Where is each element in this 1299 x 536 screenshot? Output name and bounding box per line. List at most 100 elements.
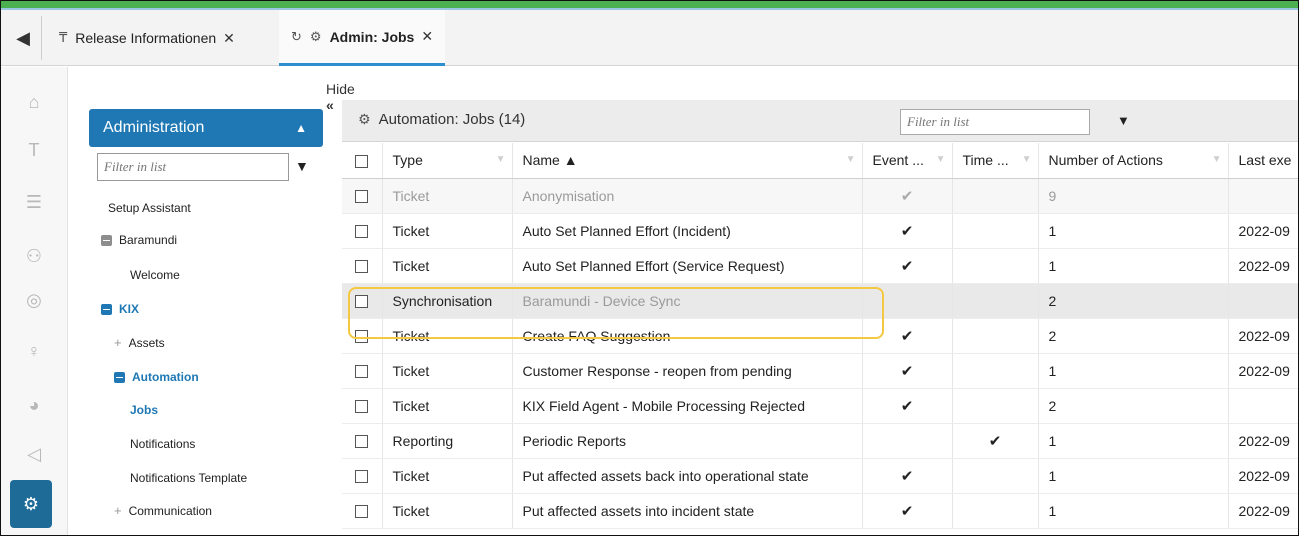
cell-type: Ticket bbox=[382, 458, 513, 494]
row-checkbox[interactable] bbox=[342, 178, 383, 214]
tree-item-assets[interactable]: + Assets bbox=[114, 335, 165, 350]
column-header-time[interactable]: Time ... ▼ bbox=[952, 143, 1039, 179]
tree-item-welcome[interactable]: Welcome bbox=[130, 268, 180, 282]
ticket-icon[interactable]: T bbox=[21, 137, 47, 163]
column-filter-icon[interactable]: ▼ bbox=[1212, 154, 1222, 165]
table-row[interactable]: Ticket Put affected assets back into ope… bbox=[342, 458, 1298, 494]
tree-item-baramundi[interactable]: Baramundi bbox=[101, 233, 177, 247]
filter-icon[interactable]: ▼ bbox=[1117, 113, 1130, 128]
column-filter-icon[interactable]: ▼ bbox=[846, 154, 856, 165]
cell-actions: 2 bbox=[1038, 318, 1229, 354]
cell-time bbox=[952, 388, 1039, 424]
column-header-name[interactable]: Name ▲ ▼ bbox=[512, 143, 863, 179]
panel-title: ⚙ Automation: Jobs (14) bbox=[358, 111, 525, 128]
checkmark-icon: ✔ bbox=[900, 467, 914, 485]
sidebar-filter-input[interactable] bbox=[97, 153, 289, 181]
cell-type: Ticket bbox=[382, 318, 513, 354]
table-row[interactable]: Ticket Customer Response - reopen from p… bbox=[342, 353, 1298, 389]
contacts-icon[interactable]: ⚇ bbox=[21, 243, 47, 269]
cell-name: Anonymisation bbox=[512, 178, 863, 214]
top-accent-bar bbox=[1, 1, 1298, 10]
tree-item-label: Jobs bbox=[130, 403, 159, 417]
collapse-icon[interactable] bbox=[114, 371, 125, 383]
panel-title-text: Automation: Jobs (14) bbox=[378, 111, 526, 128]
filter-icon[interactable]: ▼ bbox=[295, 158, 309, 174]
row-checkbox[interactable] bbox=[342, 493, 383, 529]
cell-time bbox=[952, 213, 1039, 249]
column-filter-icon[interactable]: ▼ bbox=[936, 154, 946, 165]
cell-actions: 2 bbox=[1038, 388, 1229, 424]
column-header-type[interactable]: Type ▼ bbox=[382, 143, 513, 179]
tree-item-label: Communication bbox=[128, 503, 212, 518]
row-checkbox[interactable] bbox=[342, 213, 383, 249]
cell-event bbox=[862, 283, 953, 319]
refresh-icon[interactable]: ↻ bbox=[291, 29, 302, 45]
tree-item-communication[interactable]: + Communication bbox=[114, 503, 212, 518]
column-header-number-of-actions[interactable]: Number of Actions ▼ bbox=[1038, 143, 1229, 179]
reports-icon[interactable]: ◕ bbox=[21, 392, 47, 418]
expand-icon[interactable]: + bbox=[114, 335, 122, 350]
cell-time: ✔ bbox=[952, 423, 1039, 459]
select-all-checkbox[interactable] bbox=[342, 143, 383, 179]
assets-icon[interactable]: ◎ bbox=[21, 287, 47, 313]
cell-event: ✔ bbox=[862, 213, 953, 249]
column-header-event[interactable]: Event ... ▼ bbox=[862, 143, 953, 179]
table-row[interactable]: Ticket Auto Set Planned Effort (Service … bbox=[342, 248, 1298, 284]
lightbulb-icon[interactable]: ♀ bbox=[21, 338, 47, 364]
home-icon[interactable]: ⌂ bbox=[21, 89, 47, 115]
column-filter-icon[interactable]: ▼ bbox=[1022, 154, 1032, 165]
row-checkbox[interactable] bbox=[342, 283, 383, 319]
column-header-last-executed[interactable]: Last exe bbox=[1228, 143, 1298, 179]
collapse-icon[interactable] bbox=[101, 303, 112, 315]
table-row[interactable]: Ticket KIX Field Agent - Mobile Processi… bbox=[342, 388, 1298, 424]
table-row[interactable]: Ticket Create FAQ Suggestion ✔ 2 2022-09 bbox=[342, 318, 1298, 354]
cell-last-executed: 2022-09 bbox=[1228, 248, 1298, 284]
back-arrow-icon[interactable]: ◀ bbox=[7, 22, 39, 54]
row-checkbox[interactable] bbox=[342, 388, 383, 424]
table-row[interactable]: Reporting Periodic Reports ✔ 1 2022-09 bbox=[342, 423, 1298, 459]
chevron-up-icon: ▲ bbox=[295, 121, 307, 135]
expand-icon[interactable]: + bbox=[114, 503, 122, 518]
tree-item-setup-assistant[interactable]: Setup Assistant bbox=[108, 201, 191, 215]
tree-item-jobs[interactable]: Jobs bbox=[130, 403, 158, 417]
row-checkbox[interactable] bbox=[342, 248, 383, 284]
cell-actions: 2 bbox=[1038, 283, 1229, 319]
close-icon[interactable]: ✕ bbox=[421, 28, 433, 45]
table-row[interactable]: Ticket Put affected assets into incident… bbox=[342, 493, 1298, 529]
table-row[interactable]: Ticket Auto Set Planned Effort (Incident… bbox=[342, 213, 1298, 249]
table-row[interactable]: Synchronisation Baramundi - Device Sync … bbox=[342, 283, 1298, 319]
tab-label: Admin: Jobs bbox=[329, 28, 415, 45]
tree-item-automation[interactable]: Automation bbox=[114, 370, 199, 384]
tree-item-notifications-template[interactable]: Notifications Template bbox=[130, 471, 247, 485]
checkmark-icon: ✔ bbox=[900, 362, 914, 380]
cell-event: ✔ bbox=[862, 353, 953, 389]
tab-release-informationen[interactable]: ₸ Release Informationen ✕ bbox=[59, 10, 235, 66]
tab-admin-jobs[interactable]: ↻ ⚙ Admin: Jobs ✕ bbox=[279, 10, 446, 66]
table-filter-input[interactable] bbox=[900, 109, 1090, 135]
table-header-row: Type ▼ Name ▲ ▼ Event ... ▼ Time ... ▼ Numbe… bbox=[342, 143, 1298, 179]
row-checkbox[interactable] bbox=[342, 423, 383, 459]
close-icon[interactable]: ✕ bbox=[223, 30, 235, 47]
cell-name: Baramundi - Device Sync bbox=[512, 283, 863, 319]
database-icon[interactable]: ☰ bbox=[21, 189, 47, 215]
cell-name: KIX Field Agent - Mobile Processing Reje… bbox=[512, 388, 863, 424]
tree-item-kix[interactable]: KIX bbox=[101, 302, 139, 316]
cell-type: Ticket bbox=[382, 493, 513, 529]
table-row[interactable]: Ticket Anonymisation ✔ 9 bbox=[342, 178, 1298, 214]
cell-time bbox=[952, 283, 1039, 319]
column-filter-icon[interactable]: ▼ bbox=[496, 154, 506, 165]
cell-name: Auto Set Planned Effort (Service Request… bbox=[512, 248, 863, 284]
cell-last-executed bbox=[1228, 178, 1298, 214]
cell-type: Ticket bbox=[382, 178, 513, 214]
tree-item-notifications[interactable]: Notifications bbox=[130, 437, 195, 451]
collapse-icon[interactable] bbox=[101, 234, 112, 246]
row-checkbox[interactable] bbox=[342, 353, 383, 389]
row-checkbox[interactable] bbox=[342, 318, 383, 354]
cell-name: Periodic Reports bbox=[512, 423, 863, 459]
megaphone-icon[interactable]: ◁ bbox=[21, 441, 47, 467]
administration-header[interactable]: Administration ▲ bbox=[89, 109, 323, 147]
admin-gears-icon[interactable]: ⚙ bbox=[10, 480, 52, 528]
row-checkbox[interactable] bbox=[342, 458, 383, 494]
cell-event bbox=[862, 423, 953, 459]
admin-sidebar: Hide « Administration ▲ ▼ Setup Assistan… bbox=[68, 67, 355, 535]
